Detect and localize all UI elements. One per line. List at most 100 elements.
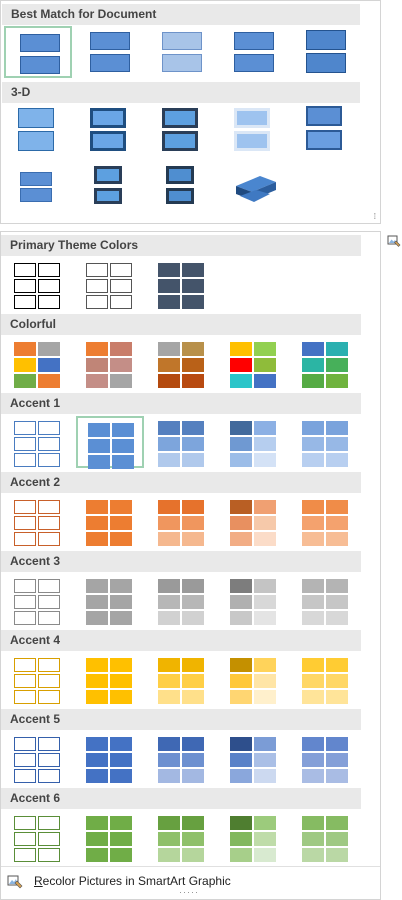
style-option-2-2[interactable]: [76, 104, 144, 156]
color-swatch: [110, 832, 132, 846]
palette-accent4-2[interactable]: [76, 653, 144, 705]
style-box: [162, 131, 198, 151]
palette-accent4-3[interactable]: [148, 653, 216, 705]
palette-accent6-1[interactable]: [4, 811, 72, 863]
palette-accent4-5[interactable]: [292, 653, 360, 705]
color-swatch: [86, 611, 108, 625]
palette-accent3-5[interactable]: [292, 574, 360, 626]
color-swatch: [158, 674, 180, 688]
style-option-1-3[interactable]: [148, 26, 216, 78]
palette-colorful-2[interactable]: [76, 337, 144, 389]
style-option-3-3[interactable]: [148, 160, 216, 212]
palette-accent5-1[interactable]: [4, 732, 72, 784]
color-swatch: [14, 516, 36, 530]
color-swatch: [254, 358, 276, 372]
color-swatch: [38, 532, 60, 546]
style-option-3-1[interactable]: [4, 160, 72, 212]
palette-accent2-1[interactable]: [4, 495, 72, 547]
style-box: [166, 166, 194, 184]
color-swatch: [14, 532, 36, 546]
color-swatch: [230, 769, 252, 783]
color-swatch: [230, 516, 252, 530]
color-swatch: [158, 737, 180, 751]
palette-accent1-2[interactable]: [76, 416, 144, 469]
palette-accent3-3[interactable]: [148, 574, 216, 626]
palette-accent1-4[interactable]: [220, 416, 288, 468]
style-option-1-1[interactable]: [4, 26, 72, 78]
color-swatch: [110, 611, 132, 625]
color-swatch: [158, 437, 180, 451]
palette-accent1-5[interactable]: [292, 416, 360, 468]
color-swatch: [86, 753, 108, 767]
color-swatch: [86, 358, 108, 372]
palette-accent4-4[interactable]: [220, 653, 288, 705]
palette-accent1-1[interactable]: [4, 416, 72, 468]
palette-primary-3[interactable]: [148, 258, 216, 310]
palette-colorful-5[interactable]: [292, 337, 360, 389]
style-option-2-4[interactable]: [220, 104, 288, 156]
color-swatch: [254, 658, 276, 672]
style-option-1-4[interactable]: [220, 26, 288, 78]
color-swatch: [110, 690, 132, 704]
color-swatch: [302, 342, 324, 356]
palette-accent2-5[interactable]: [292, 495, 360, 547]
color-swatch: [14, 453, 36, 467]
picture-pin-icon[interactable]: [386, 232, 402, 248]
palette-accent3-2[interactable]: [76, 574, 144, 626]
resize-grip-icon[interactable]: ⁞: [374, 212, 376, 221]
style-option-3-4[interactable]: [220, 160, 288, 212]
color-swatch: [230, 690, 252, 704]
drag-handle-icon[interactable]: ·····: [179, 888, 199, 897]
color-swatch: [38, 500, 60, 514]
recolor-pictures-menu-item[interactable]: Recolor Pictures in SmartArt Graphic ···…: [1, 866, 380, 898]
color-swatch: [158, 595, 180, 609]
palette-colorful-1[interactable]: [4, 337, 72, 389]
style-option-2-1[interactable]: [4, 104, 72, 156]
color-swatch: [14, 263, 36, 277]
color-swatch: [86, 342, 108, 356]
color-swatch: [230, 500, 252, 514]
style-option-2-3[interactable]: [148, 104, 216, 156]
style-option-3-2[interactable]: [76, 160, 144, 212]
recolor-pictures-label: Recolor Pictures in SmartArt Graphic: [34, 874, 231, 888]
color-swatch: [182, 263, 204, 277]
color-swatch: [110, 848, 132, 862]
palette-accent2-2[interactable]: [76, 495, 144, 547]
palette-accent4-1[interactable]: [4, 653, 72, 705]
color-swatch: [38, 595, 60, 609]
palette-accent5-4[interactable]: [220, 732, 288, 784]
color-swatch: [158, 769, 180, 783]
style-option-1-5[interactable]: [292, 26, 360, 78]
color-swatch: [86, 595, 108, 609]
palette-accent5-2[interactable]: [76, 732, 144, 784]
palette-accent1-3[interactable]: [148, 416, 216, 468]
color-swatch: [182, 658, 204, 672]
palette-accent2-4[interactable]: [220, 495, 288, 547]
palette-accent6-5[interactable]: [292, 811, 360, 863]
palette-accent3-4[interactable]: [220, 574, 288, 626]
palette-colorful-3[interactable]: [148, 337, 216, 389]
palette-primary-2[interactable]: [76, 258, 144, 310]
palette-accent3-1[interactable]: [4, 574, 72, 626]
palette-accent5-5[interactable]: [292, 732, 360, 784]
color-swatch: [230, 421, 252, 435]
color-swatch: [326, 658, 348, 672]
color-swatch: [14, 737, 36, 751]
palette-accent6-2[interactable]: [76, 811, 144, 863]
color-swatch: [230, 832, 252, 846]
style-option-1-2[interactable]: [76, 26, 144, 78]
color-swatch: [254, 832, 276, 846]
palette-primary-1[interactable]: [4, 258, 72, 310]
palette-accent6-3[interactable]: [148, 811, 216, 863]
color-swatch: [254, 421, 276, 435]
palette-accent6-4[interactable]: [220, 811, 288, 863]
color-swatch: [182, 532, 204, 546]
color-swatch: [326, 579, 348, 593]
palette-accent2-3[interactable]: [148, 495, 216, 547]
style-box: [306, 53, 346, 73]
color-swatch: [88, 439, 110, 453]
color-swatch: [14, 611, 36, 625]
palette-colorful-4[interactable]: [220, 337, 288, 389]
palette-accent5-3[interactable]: [148, 732, 216, 784]
style-option-2-5[interactable]: [292, 104, 360, 156]
